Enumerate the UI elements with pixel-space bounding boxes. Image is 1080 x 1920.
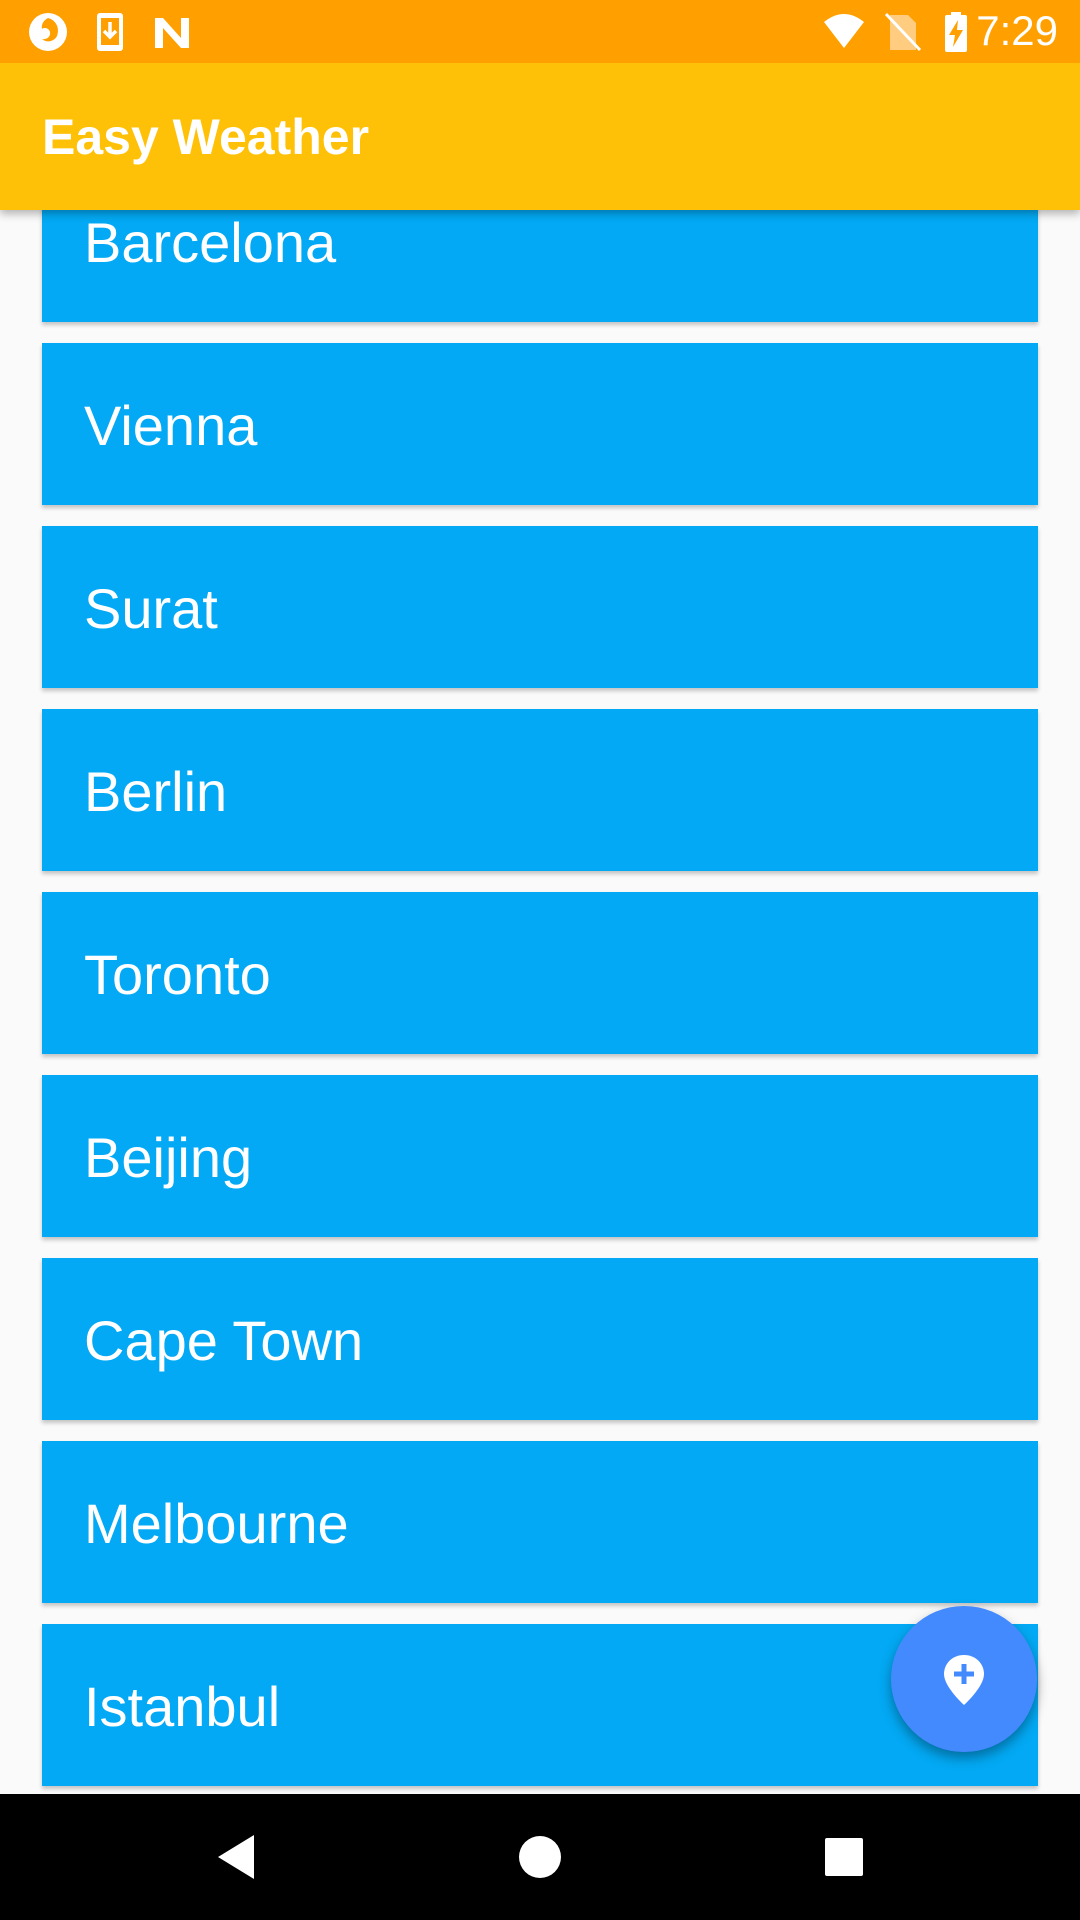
add-location-icon — [940, 1653, 988, 1707]
city-name: Barcelona — [84, 211, 337, 274]
recents-icon[interactable] — [814, 1827, 874, 1887]
navigation-bar — [0, 1794, 1080, 1920]
status-time: 7:29 — [976, 7, 1058, 54]
city-name: Cape Town — [84, 1309, 364, 1372]
city-card-cape-town[interactable]: Cape Town — [42, 1258, 1038, 1420]
city-card-barcelona[interactable]: Barcelona — [42, 210, 1038, 322]
city-name: Vienna — [84, 394, 258, 457]
app-title: Easy Weather — [42, 109, 370, 165]
n-logo-icon — [150, 10, 194, 54]
city-card-istanbul[interactable]: Istanbul — [42, 1624, 1038, 1786]
home-icon[interactable] — [510, 1827, 570, 1887]
download-icon — [88, 10, 132, 54]
city-card-melbourne[interactable]: Melbourne — [42, 1441, 1038, 1603]
city-card-vienna[interactable]: Vienna — [42, 343, 1038, 505]
back-icon[interactable] — [206, 1827, 266, 1887]
city-name: Melbourne — [84, 1492, 349, 1555]
wifi-icon — [822, 10, 866, 54]
add-location-button[interactable] — [891, 1606, 1037, 1752]
city-list: Barcelona Vienna Surat Berlin Toronto Be… — [0, 210, 1080, 1794]
no-sim-icon — [880, 10, 924, 54]
app-bar: Easy Weather — [0, 63, 1080, 210]
firefox-icon — [26, 10, 70, 54]
city-name: Istanbul — [84, 1675, 281, 1738]
city-card-toronto[interactable]: Toronto — [42, 892, 1038, 1054]
battery-charging-icon — [934, 10, 978, 54]
city-card-berlin[interactable]: Berlin — [42, 709, 1038, 871]
city-card-beijing[interactable]: Beijing — [42, 1075, 1038, 1237]
city-name: Beijing — [84, 1126, 253, 1189]
city-list-viewport[interactable]: Barcelona Vienna Surat Berlin Toronto Be… — [0, 210, 1080, 1794]
city-card-surat[interactable]: Surat — [42, 526, 1038, 688]
status-bar: 7:29 — [0, 0, 1080, 63]
city-name: Surat — [84, 577, 218, 640]
city-name: Berlin — [84, 760, 228, 823]
city-name: Toronto — [84, 943, 271, 1006]
